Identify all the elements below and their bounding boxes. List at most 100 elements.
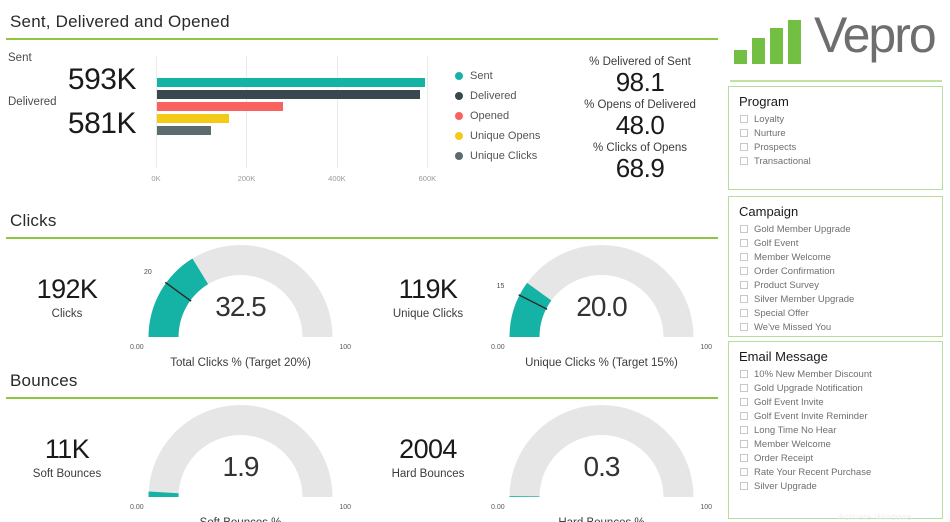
checkbox-icon[interactable]: [740, 253, 748, 261]
kpi-value-delivered: 581K: [67, 107, 137, 141]
filter-option-member-welcome[interactable]: Member Welcome: [729, 437, 942, 451]
checkbox-icon[interactable]: [740, 426, 748, 434]
gauge-dial[interactable]: 0.3 0.00 100 Hard Bounces %: [489, 399, 714, 522]
gauge-max-label: 100: [700, 504, 712, 511]
checkbox-icon[interactable]: [740, 281, 748, 289]
checkbox-icon[interactable]: [740, 143, 748, 151]
gauge-value: 20.0: [576, 291, 628, 322]
legend-swatch-icon: [455, 112, 463, 120]
gauge-dial[interactable]: 1.9 0.00 100 Soft Bounces %: [128, 399, 353, 522]
chart-gridline: [156, 56, 157, 168]
section-title-bounces: Bounces: [10, 371, 78, 390]
filter-option-gold-member-upgrade[interactable]: Gold Member Upgrade: [729, 222, 942, 236]
checkbox-icon[interactable]: [740, 309, 748, 317]
checkbox-icon[interactable]: [740, 129, 748, 137]
legend-item-sent[interactable]: Sent: [455, 66, 565, 86]
legend-item-label: Unique Clicks: [470, 150, 538, 162]
checkbox-icon[interactable]: [740, 157, 748, 165]
filter-option-member-welcome[interactable]: Member Welcome: [729, 250, 942, 264]
x-axis-tick-label: 400K: [328, 174, 346, 183]
checkbox-icon[interactable]: [740, 115, 748, 123]
filter-option-loyalty[interactable]: Loyalty: [729, 112, 942, 126]
filter-option-we-ve-missed-you[interactable]: We've Missed You: [729, 320, 942, 334]
legend-item-opened[interactable]: Opened: [455, 106, 565, 126]
filter-option-rate-your-recent-purchase[interactable]: Rate Your Recent Purchase: [729, 465, 942, 479]
filter-option-10-new-member-discount[interactable]: 10% New Member Discount: [729, 367, 942, 381]
filter-option-gold-upgrade-notification[interactable]: Gold Upgrade Notification: [729, 381, 942, 395]
legend-item-unique-opens[interactable]: Unique Opens: [455, 126, 565, 146]
bar-unique-clicks[interactable]: [157, 126, 211, 135]
checkbox-icon[interactable]: [740, 239, 748, 247]
bar-opened[interactable]: [157, 102, 284, 111]
gauge-kpi: 11K Soft Bounces: [6, 434, 128, 479]
filter-option-product-survey[interactable]: Product Survey: [729, 278, 942, 292]
checkbox-icon[interactable]: [740, 468, 748, 476]
gauge-card-hard-bounces: 2004 Hard Bounces 0.3 0.00 100 Hard Bounces %: [361, 399, 722, 522]
filter-option-golf-event-invite[interactable]: Golf Event Invite: [729, 395, 942, 409]
checkbox-icon[interactable]: [740, 323, 748, 331]
filter-option-label: Silver Member Upgrade: [754, 293, 855, 305]
filter-option-label: Gold Upgrade Notification: [754, 382, 863, 394]
filter-panel-email-message: Email Message 10% New Member Discount Gold…: [728, 341, 943, 519]
filter-option-silver-upgrade[interactable]: Silver Upgrade: [729, 479, 942, 493]
gauge-min-label: 0.00: [130, 504, 144, 511]
filter-option-label: Prospects: [754, 141, 797, 153]
gauge-dial[interactable]: 15 20.0 0.00 100 Unique Clicks % (Target 15%…: [489, 239, 714, 369]
checkbox-icon[interactable]: [740, 398, 748, 406]
checkbox-icon[interactable]: [740, 295, 748, 303]
filter-option-transactional[interactable]: Transactional: [729, 154, 942, 168]
gauge-value: 1.9: [222, 451, 260, 482]
legend-swatch-icon: [455, 92, 463, 100]
filter-option-label: Order Confirmation: [754, 265, 835, 277]
filter-option-label: Nurture: [754, 127, 786, 139]
chart-gridline: [246, 56, 248, 168]
checkbox-icon[interactable]: [740, 370, 748, 378]
gauge-max-label: 100: [339, 504, 351, 511]
filter-option-prospects[interactable]: Prospects: [729, 140, 942, 154]
filter-option-label: Special Offer: [754, 307, 809, 319]
bar-chart[interactable]: 0K 200K 400K 600K: [150, 56, 450, 196]
checkbox-icon[interactable]: [740, 384, 748, 392]
legend-item-unique-clicks[interactable]: Unique Clicks: [455, 146, 565, 166]
gauge-pair-clicks: 192K Clicks 20 32.5 0.00 100 Total Clicks % (T…: [0, 239, 722, 369]
gauge-pair-bounces: 11K Soft Bounces 1.9 0.00 100 Soft Bounces % 2…: [0, 399, 722, 522]
gauge-caption: Soft Bounces %: [128, 517, 353, 522]
filter-option-label: Product Survey: [754, 279, 819, 291]
percent-kpi-value: 48.0: [615, 110, 665, 141]
logo-wordmark: Vepro: [814, 7, 937, 63]
checkbox-icon[interactable]: [740, 412, 748, 420]
filter-panel-campaign: Campaign Gold Member Upgrade Golf Event Mem…: [728, 196, 943, 337]
legend-item-delivered[interactable]: Delivered: [455, 86, 565, 106]
bar-chart-legend[interactable]: Sent Delivered Opened Unique Opens Unique Cl…: [455, 66, 565, 166]
gauge-dial[interactable]: 20 32.5 0.00 100 Total Clicks % (Target 20%): [128, 239, 353, 369]
legend-swatch-icon: [455, 152, 463, 160]
dashboard-root: Sent, Delivered and Opened Sent 593K Del…: [0, 0, 950, 522]
filter-option-long-time-no-hear[interactable]: Long Time No Hear: [729, 423, 942, 437]
logo-bars-icon: [734, 20, 806, 69]
checkbox-icon[interactable]: [740, 440, 748, 448]
filter-option-golf-event-invite-reminder[interactable]: Golf Event Invite Reminder: [729, 409, 942, 423]
filter-option-label: We've Missed You: [754, 321, 832, 333]
section-sent-delivered-opened: Sent, Delivered and Opened Sent 593K Del…: [0, 0, 722, 205]
filter-option-order-confirmation[interactable]: Order Confirmation: [729, 264, 942, 278]
checkbox-icon[interactable]: [740, 267, 748, 275]
gauge-min-label: 0.00: [491, 344, 505, 351]
section-divider-sent: [6, 38, 718, 40]
filter-option-label: Loyalty: [754, 113, 785, 125]
checkbox-icon[interactable]: [740, 225, 748, 233]
filter-option-silver-member-upgrade[interactable]: Silver Member Upgrade: [729, 292, 942, 306]
bar-delivered[interactable]: [157, 90, 420, 99]
checkbox-icon[interactable]: [740, 454, 748, 462]
filter-option-label: Silver Upgrade: [754, 480, 817, 492]
x-axis-tick-label: 200K: [237, 174, 256, 183]
checkbox-icon[interactable]: [740, 482, 748, 490]
bar-unique-opens[interactable]: [157, 114, 230, 123]
gauge-kpi-value: 192K: [36, 274, 98, 304]
filter-option-nurture[interactable]: Nurture: [729, 126, 942, 140]
gauge-kpi-value: 11K: [44, 434, 90, 464]
filter-option-order-receipt[interactable]: Order Receipt: [729, 451, 942, 465]
filter-option-special-offer[interactable]: Special Offer: [729, 306, 942, 320]
legend-swatch-icon: [455, 72, 463, 80]
bar-sent[interactable]: [157, 78, 426, 87]
filter-option-golf-event[interactable]: Golf Event: [729, 236, 942, 250]
